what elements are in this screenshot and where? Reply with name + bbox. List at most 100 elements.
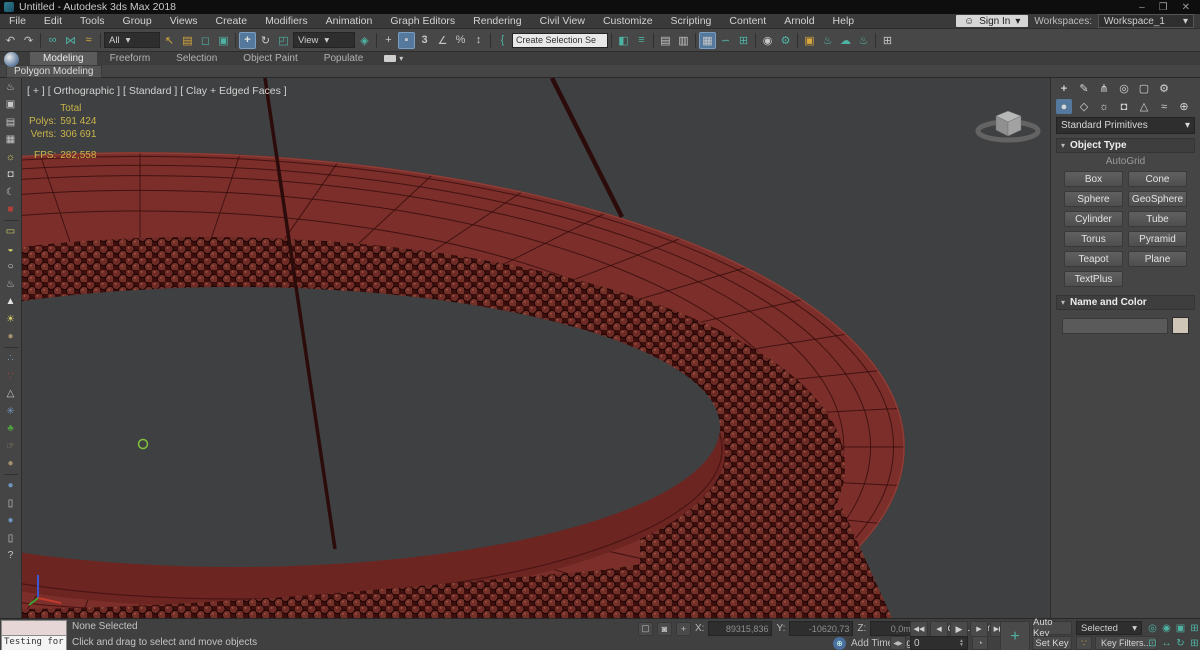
- box-primitive-icon[interactable]: ▭: [3, 224, 19, 240]
- geometry-category-icon[interactable]: ●: [1056, 99, 1072, 114]
- transform-type-in-icon[interactable]: +: [676, 621, 691, 636]
- create-tab-icon[interactable]: +: [1056, 81, 1072, 96]
- torus-button[interactable]: Torus: [1064, 231, 1123, 247]
- cone-button[interactable]: Cone: [1128, 171, 1187, 187]
- hand-icon[interactable]: ☞: [3, 438, 19, 454]
- teapot-primitive-icon[interactable]: ♨: [3, 276, 19, 292]
- modify-tab-icon[interactable]: ✎: [1076, 81, 1092, 96]
- select-and-scale-icon[interactable]: ◰: [275, 32, 292, 49]
- spline-right[interactable]: [549, 78, 625, 219]
- orbit-icon[interactable]: ↻: [1174, 636, 1187, 650]
- render-window-icon[interactable]: ▣: [3, 97, 19, 113]
- sign-in-button[interactable]: ☺ Sign In ▾: [955, 15, 1029, 27]
- use-pivot-center-icon[interactable]: ◈: [356, 32, 373, 49]
- menu-create[interactable]: Create: [207, 15, 257, 27]
- select-and-move-icon[interactable]: +: [239, 31, 256, 49]
- select-and-rotate-icon[interactable]: ↻: [257, 32, 274, 49]
- play-button[interactable]: ▶: [950, 621, 968, 637]
- next-frame-button[interactable]: ▶: [970, 621, 988, 637]
- sphere-button[interactable]: Sphere: [1064, 191, 1123, 207]
- minimize-button[interactable]: –: [1139, 2, 1145, 13]
- pan-icon[interactable]: ↔: [1160, 636, 1173, 650]
- menu-edit[interactable]: Edit: [35, 15, 71, 27]
- tab-object-paint[interactable]: Object Paint: [230, 52, 310, 65]
- maxscript-mini-listener[interactable]: Testing for i: [1, 620, 67, 650]
- zoom-region-icon[interactable]: ⊡: [1146, 636, 1159, 650]
- menu-graph-editors[interactable]: Graph Editors: [381, 15, 464, 27]
- maximize-button[interactable]: ❐: [1159, 2, 1168, 13]
- render-flyout-icon[interactable]: ♨: [855, 32, 872, 49]
- menu-file[interactable]: File: [0, 15, 35, 27]
- select-object-icon[interactable]: ↖: [161, 32, 178, 49]
- ribbon-corner-icon[interactable]: [4, 52, 19, 67]
- ribbon-minimize-toggle[interactable]: ▾: [376, 52, 411, 65]
- sun-icon[interactable]: ☀: [3, 311, 19, 327]
- layer-explorer-icon[interactable]: ▥: [675, 32, 692, 49]
- menu-views[interactable]: Views: [161, 15, 207, 27]
- cylinder-button[interactable]: Cylinder: [1064, 211, 1123, 227]
- cameras-category-icon[interactable]: ◘: [1116, 99, 1132, 114]
- camera-icon[interactable]: ◘: [3, 167, 19, 183]
- motion-tab-icon[interactable]: ◎: [1116, 81, 1132, 96]
- view-cube[interactable]: [975, 110, 1041, 143]
- maximize-viewport-icon[interactable]: ⊞: [1188, 636, 1200, 650]
- window-crossing-icon[interactable]: ▣: [215, 32, 232, 49]
- zoom-extents-all-icon[interactable]: ⊞: [1188, 621, 1200, 635]
- current-frame-field[interactable]: 0 ▲ ▼: [910, 636, 968, 650]
- named-selection-set-input[interactable]: [512, 32, 608, 48]
- maxscript-macro-field[interactable]: [1, 620, 67, 636]
- menu-help[interactable]: Help: [824, 15, 864, 27]
- 3d-scene-torus-model[interactable]: [22, 78, 1050, 618]
- object-name-input[interactable]: [1062, 317, 1168, 334]
- set-keys-button[interactable]: +: [1000, 621, 1030, 650]
- frame-spinner[interactable]: ▲ ▼: [959, 639, 964, 648]
- workspace-dropdown[interactable]: Workspace_1 ▾: [1098, 14, 1194, 28]
- render-teapot-icon[interactable]: ♨: [3, 79, 19, 95]
- primitive-category-dropdown[interactable]: Standard Primitives ▾: [1056, 117, 1195, 134]
- pyramid-button[interactable]: Pyramid: [1128, 231, 1187, 247]
- sphere-primitive-icon[interactable]: ○: [3, 259, 19, 275]
- undo-icon[interactable]: ↶: [2, 32, 19, 49]
- textplus-button[interactable]: TextPlus: [1064, 271, 1123, 287]
- list-view-icon[interactable]: ▤: [3, 114, 19, 130]
- y-coordinate-field[interactable]: -10620,73: [789, 621, 854, 636]
- lights-category-icon[interactable]: ☼: [1096, 99, 1112, 114]
- systems-category-icon[interactable]: ⊕: [1176, 99, 1192, 114]
- close-button[interactable]: ✕: [1182, 2, 1190, 13]
- clipboard-icon[interactable]: ▯: [3, 495, 19, 511]
- key-selection-dropdown[interactable]: Selected ▾: [1076, 621, 1142, 635]
- align-icon[interactable]: ≡: [633, 32, 650, 49]
- rock-icon[interactable]: ●: [3, 456, 19, 472]
- set-key-button[interactable]: Set Key: [1032, 636, 1072, 650]
- shapes-category-icon[interactable]: ◇: [1076, 99, 1092, 114]
- menu-civil-view[interactable]: Civil View: [531, 15, 594, 27]
- render-setup-icon[interactable]: ⚙: [777, 32, 794, 49]
- unlink-selection-icon[interactable]: ⋈: [62, 32, 79, 49]
- tab-populate[interactable]: Populate: [311, 52, 376, 65]
- rectangular-selection-region-icon[interactable]: ◻: [197, 32, 214, 49]
- select-and-manipulate-icon[interactable]: +: [380, 32, 397, 49]
- menu-scripting[interactable]: Scripting: [662, 15, 721, 27]
- light-icon[interactable]: ☼: [3, 149, 19, 165]
- set-key-filters-icon[interactable]: ∵: [1076, 636, 1092, 650]
- select-and-link-icon[interactable]: ∞: [44, 32, 61, 49]
- robot-icon[interactable]: ■: [3, 202, 19, 218]
- zoom-all-icon[interactable]: ◉: [1160, 621, 1173, 635]
- moon-sphere-icon[interactable]: ☾: [3, 184, 19, 200]
- named-selection-sets-icon[interactable]: {: [494, 32, 511, 49]
- olive-sphere-icon[interactable]: ●: [3, 329, 19, 345]
- reference-coordinate-dropdown[interactable]: View ▾: [293, 32, 355, 48]
- molecule-icon[interactable]: ∵: [3, 368, 19, 384]
- menu-arnold[interactable]: Arnold: [775, 15, 823, 27]
- tube-button[interactable]: Tube: [1128, 211, 1187, 227]
- rendered-frame-window-icon[interactable]: ▣: [801, 32, 818, 49]
- blue-sphere-icon[interactable]: ●: [3, 478, 19, 494]
- name-and-color-rollout[interactable]: ▾ Name and Color: [1056, 295, 1195, 310]
- geosphere-button[interactable]: GeoSphere: [1128, 191, 1187, 207]
- redo-icon[interactable]: ↷: [20, 32, 37, 49]
- teapot-button[interactable]: Teapot: [1064, 251, 1123, 267]
- percent-snap-icon[interactable]: %: [452, 32, 469, 49]
- auto-key-button[interactable]: Auto Key: [1032, 617, 1072, 639]
- menu-content[interactable]: Content: [720, 15, 775, 27]
- x-coordinate-field[interactable]: 89315,836: [708, 621, 773, 636]
